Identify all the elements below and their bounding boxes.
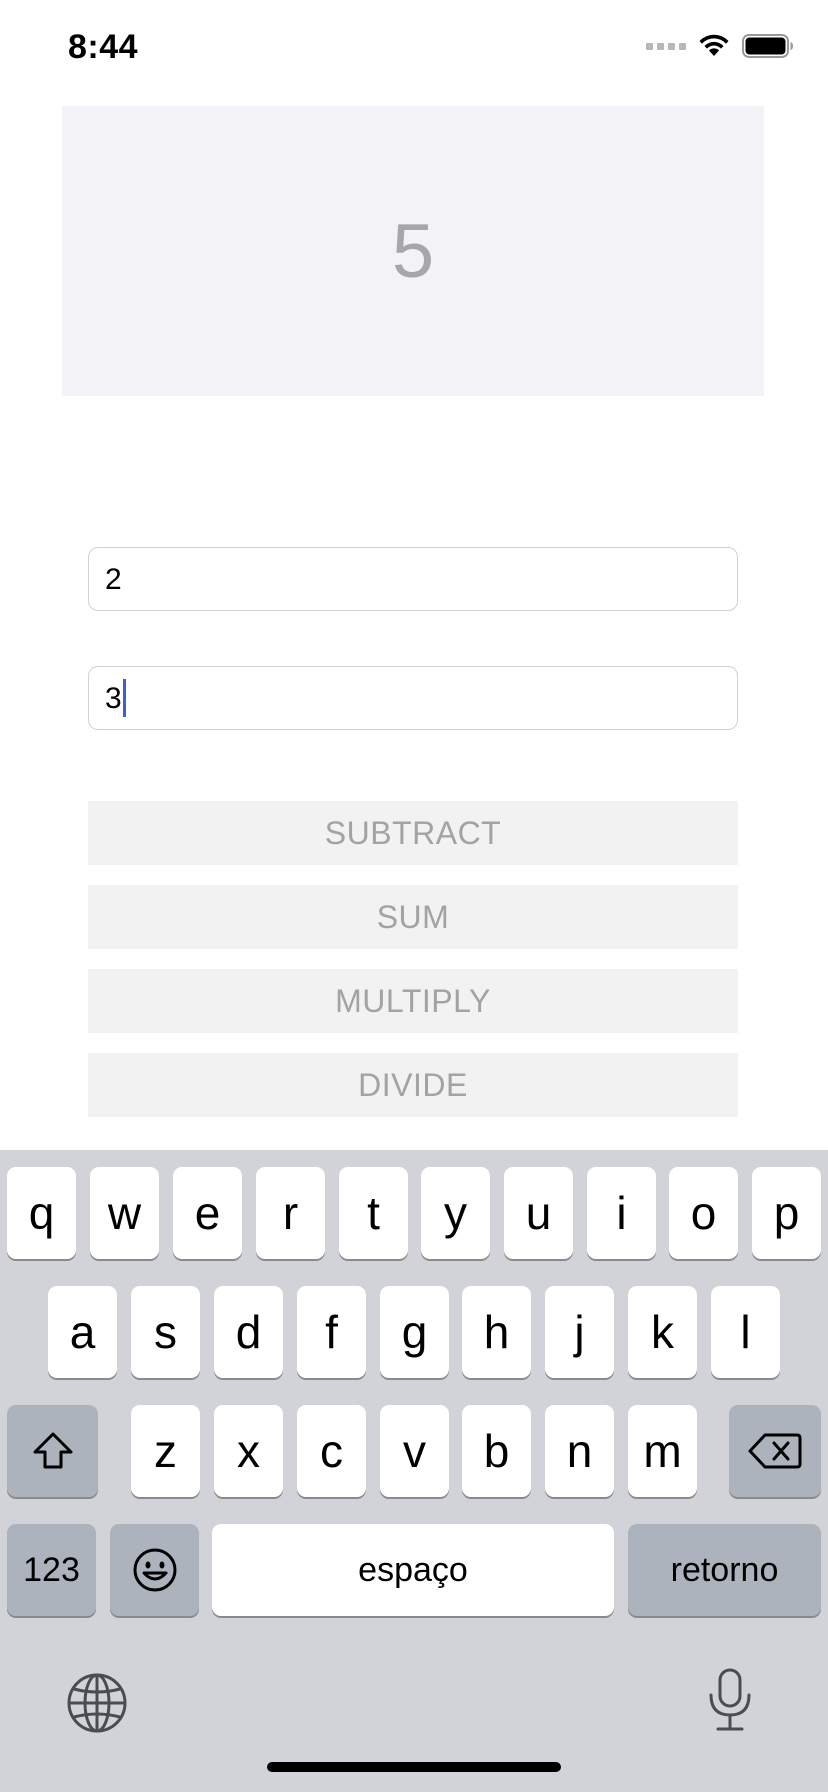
key-p[interactable]: p xyxy=(752,1167,821,1259)
backspace-key[interactable] xyxy=(729,1405,821,1497)
result-value: 5 xyxy=(391,208,435,294)
key-j[interactable]: j xyxy=(545,1286,614,1378)
second-number-value: 3 xyxy=(105,682,122,715)
subtract-button[interactable]: SUBTRACT xyxy=(88,801,738,865)
space-key[interactable]: espaço xyxy=(212,1524,614,1616)
key-h[interactable]: h xyxy=(462,1286,531,1378)
battery-icon xyxy=(742,34,793,58)
wifi-icon xyxy=(699,34,729,56)
key-m[interactable]: m xyxy=(628,1405,697,1497)
shift-icon xyxy=(33,1432,72,1469)
status-time: 8:44 xyxy=(68,28,139,66)
first-number-value: 2 xyxy=(105,563,122,596)
divide-button[interactable]: DIVIDE xyxy=(88,1053,738,1117)
key-z[interactable]: z xyxy=(131,1405,200,1497)
second-number-input[interactable]: 3 xyxy=(88,666,738,730)
result-display: 5 xyxy=(62,106,764,396)
text-cursor xyxy=(122,679,126,718)
first-number-input[interactable]: 2 xyxy=(88,547,738,611)
shift-key[interactable] xyxy=(7,1405,98,1497)
key-a[interactable]: a xyxy=(48,1286,117,1378)
key-v[interactable]: v xyxy=(380,1405,449,1497)
numbers-key[interactable]: 123 xyxy=(7,1524,96,1616)
sum-button[interactable]: SUM xyxy=(88,885,738,949)
key-f[interactable]: f xyxy=(297,1286,366,1378)
emoji-icon xyxy=(133,1548,176,1592)
key-l[interactable]: l xyxy=(711,1286,780,1378)
multiply-button[interactable]: MULTIPLY xyxy=(88,969,738,1033)
key-c[interactable]: c xyxy=(297,1405,366,1497)
status-icons xyxy=(646,34,794,58)
key-u[interactable]: u xyxy=(504,1167,573,1259)
key-k[interactable]: k xyxy=(628,1286,697,1378)
key-r[interactable]: r xyxy=(256,1167,325,1259)
home-indicator[interactable] xyxy=(267,1762,561,1772)
emoji-key[interactable] xyxy=(110,1524,199,1616)
key-e[interactable]: e xyxy=(173,1167,242,1259)
key-n[interactable]: n xyxy=(545,1405,614,1497)
key-x[interactable]: x xyxy=(214,1405,283,1497)
microphone-icon[interactable] xyxy=(706,1668,754,1732)
key-o[interactable]: o xyxy=(669,1167,738,1259)
globe-icon[interactable] xyxy=(66,1672,128,1734)
key-w[interactable]: w xyxy=(90,1167,159,1259)
key-y[interactable]: y xyxy=(421,1167,490,1259)
key-d[interactable]: d xyxy=(214,1286,283,1378)
status-bar: 8:44 xyxy=(0,0,828,100)
key-g[interactable]: g xyxy=(380,1286,449,1378)
signal-icon xyxy=(646,42,686,50)
return-key[interactable]: retorno xyxy=(628,1524,821,1616)
key-i[interactable]: i xyxy=(587,1167,656,1259)
backspace-icon xyxy=(748,1433,802,1469)
key-s[interactable]: s xyxy=(131,1286,200,1378)
key-q[interactable]: q xyxy=(7,1167,76,1259)
key-b[interactable]: b xyxy=(462,1405,531,1497)
key-t[interactable]: t xyxy=(339,1167,408,1259)
